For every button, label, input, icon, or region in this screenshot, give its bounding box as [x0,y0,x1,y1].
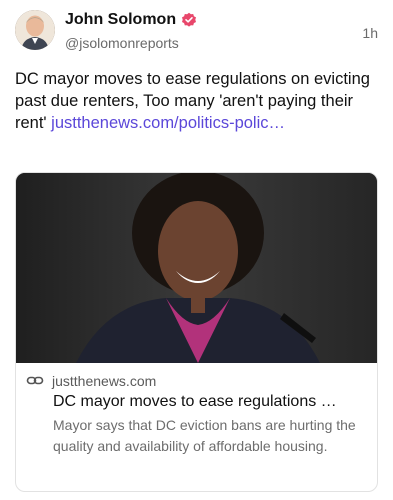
card-domain: justthenews.com [52,373,157,389]
card-meta: justthenews.com DC mayor moves to ease r… [26,371,365,457]
link-icon [26,372,44,390]
avatar-image [15,10,55,50]
author-block: John Solomon @jsolomonreports [65,10,197,51]
card-photo [16,173,377,363]
link-preview-card[interactable]: justthenews.com DC mayor moves to ease r… [15,172,378,492]
post-header: John Solomon @jsolomonreports 1h [15,10,378,54]
author-handle[interactable]: @jsolomonreports [65,35,197,51]
post-link[interactable]: justthenews.com/politics-polic… [51,114,285,132]
card-title: DC mayor moves to ease regulations … [53,393,337,410]
card-domain-row: justthenews.com [26,371,365,391]
post-text: DC mayor moves to ease regulations on ev… [15,68,377,134]
avatar[interactable] [15,10,55,50]
verified-badge-icon [181,12,197,28]
card-image [16,173,377,363]
card-description: Mayor says that DC eviction bans are hur… [53,417,356,454]
timestamp: 1h [362,25,378,41]
author-name-row: John Solomon [65,10,197,30]
author-name[interactable]: John Solomon [65,11,176,29]
